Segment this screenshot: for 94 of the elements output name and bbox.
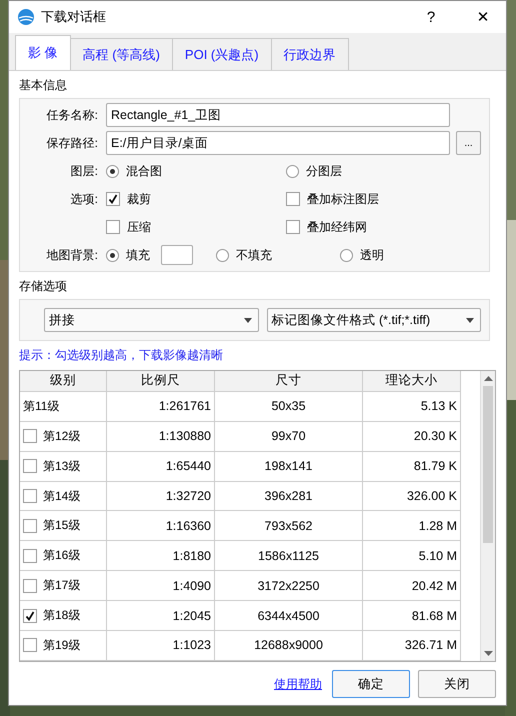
close-button[interactable]: ✕ [460,1,506,33]
radio-button[interactable] [106,164,119,178]
table-cell: 326.00 K [363,482,461,512]
field-label: 任务名称: [46,106,99,124]
scroll-down-icon[interactable] [484,649,492,657]
option-label: 压缩 [127,218,151,236]
table-cell: 6344x4500 [215,601,363,632]
table-cell: 1586x1125 [215,541,363,572]
section-title: 存储选项 [19,278,68,295]
hint-text: 提示：勾选级别越高，下载影像越清晰 [19,347,224,364]
help-link[interactable]: 使用帮助 [274,676,322,692]
table-cell: 81.79 K [363,452,461,482]
option-label: 裁剪 [127,190,151,208]
field-label: 图层: [70,162,99,180]
browse-button[interactable]: ... [456,131,481,155]
column-header[interactable]: 比例尺 [107,371,215,392]
app-logo-icon [17,8,35,26]
table-cell: 20.30 K [363,422,461,452]
format-dropdown[interactable]: 标记图像文件格式 (*.tif;*.tiff) [266,308,481,332]
table-cell: 1:130880 [107,422,215,452]
table-cell: 第13级 [43,458,80,475]
table-cell: 326.71 M [363,631,461,661]
table-cell: 20.42 M [363,571,461,602]
checkbox[interactable] [23,608,37,623]
checkbox[interactable] [23,429,37,444]
radio-button[interactable] [286,164,299,178]
help-button[interactable]: ? [408,1,454,33]
checkbox[interactable] [23,489,37,504]
table-cell: 第12级 [43,428,80,445]
table-cell: 第17级 [43,577,80,594]
caret-icon [466,318,474,322]
table-cell: 5.10 M [363,541,461,572]
checkbox[interactable] [286,192,300,206]
option-label: 填充 [126,246,150,264]
field-label: 选项: [70,190,99,208]
table-cell: 1:16360 [107,511,215,542]
scroll-up-icon[interactable] [484,375,492,383]
checkbox[interactable] [23,518,37,533]
table-cell: 1:261761 [107,392,215,422]
table-cell: 1:65440 [107,452,215,482]
table-cell: 1:8180 [107,541,215,572]
table-cell: 第11级 [20,392,107,422]
option-label: 分图层 [306,162,342,180]
table-cell: 第19级 [43,636,80,654]
table-cell: 第16级 [43,547,80,564]
task-name-field[interactable]: Rectangle_#1_卫图 [106,103,450,127]
table-cell: 1.28 M [363,511,461,542]
table-cell: 第15级 [43,517,80,534]
window-title: 下载对话框 [41,8,107,26]
table-cell: 第18级 [43,607,80,624]
checkbox[interactable] [23,638,37,652]
field-label: 地图背景: [46,246,99,264]
table-cell: 99x70 [215,422,363,452]
table-cell: 1:1023 [107,631,215,661]
option-label: 叠加经纬网 [307,218,367,236]
checkbox[interactable] [286,220,300,234]
option-label: 叠加标注图层 [307,190,379,208]
close-button[interactable]: 关闭 [418,670,496,698]
checkbox[interactable] [106,220,120,234]
color-swatch[interactable] [161,245,193,265]
tab[interactable]: 行政边界 [270,38,349,70]
column-header[interactable]: 理论大小 [363,371,461,392]
radio-button[interactable] [340,248,353,262]
tab[interactable]: 影 像 [15,35,71,70]
table-cell: 1:2045 [107,601,215,632]
table-cell: 5.13 K [363,392,461,422]
caret-icon [244,318,252,322]
table-cell: 198x141 [215,452,363,482]
table-cell: 1:32720 [107,482,215,512]
checkbox[interactable] [23,548,37,563]
table-cell: 3172x2250 [215,571,363,602]
table-cell: 第14级 [43,488,80,505]
option-label: 混合图 [126,162,162,180]
table-cell: 81.68 M [363,601,461,632]
ok-button[interactable]: 确定 [332,670,410,698]
table-cell: 793x562 [215,511,363,542]
column-header[interactable]: 尺寸 [215,371,363,392]
radio-button[interactable] [106,248,119,262]
table-cell: 1:4090 [107,571,215,602]
section-title: 基本信息 [19,77,68,94]
checkbox[interactable] [23,578,37,593]
option-label: 透明 [360,246,384,264]
checkbox[interactable] [106,192,120,206]
scrollbar[interactable] [480,371,495,661]
checkbox[interactable] [23,459,37,474]
mode-dropdown[interactable]: 拼接 [44,308,258,332]
radio-button[interactable] [216,248,229,262]
option-label: 不填充 [236,246,272,264]
table-cell: 12688x9000 [215,631,363,661]
table-cell: 396x281 [215,482,363,512]
column-header[interactable]: 级别 [20,371,107,392]
table-cell: 50x35 [215,392,363,422]
field-label: 保存路径: [46,134,99,152]
save-path-field[interactable]: E:/用户目录/桌面 [106,131,450,155]
